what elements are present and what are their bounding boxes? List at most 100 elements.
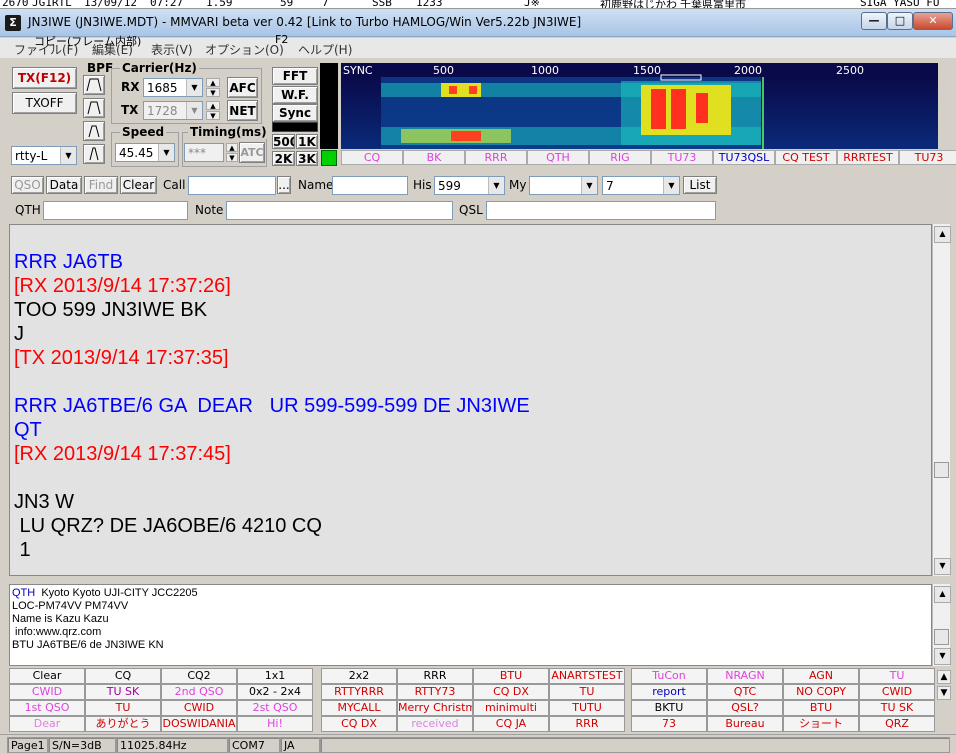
macro-button[interactable]: 1st QSO bbox=[9, 700, 85, 716]
menu-help[interactable]: ヘルプ(H) bbox=[298, 41, 352, 58]
macro-button[interactable]: TU SK bbox=[85, 684, 161, 700]
macro-button[interactable]: BTU bbox=[783, 700, 859, 716]
macro-button[interactable]: ショート bbox=[783, 716, 859, 732]
macro-page-up-icon[interactable]: ▲ bbox=[937, 670, 951, 684]
bpf-medium-button[interactable] bbox=[83, 98, 105, 118]
transmit-scrollbar[interactable]: ▲ ▼ bbox=[932, 584, 951, 666]
tx-down-icon[interactable]: ▼ bbox=[206, 111, 220, 120]
macro-button[interactable]: TU bbox=[549, 684, 625, 700]
timing-up-icon[interactable]: ▲ bbox=[226, 143, 238, 152]
macro-button[interactable]: RTTY73 bbox=[397, 684, 473, 700]
macro-button[interactable]: TU bbox=[85, 700, 161, 716]
band-select[interactable]: 7 ▼ bbox=[602, 176, 680, 195]
macro-button[interactable]: Dear bbox=[9, 716, 85, 732]
waterfall-macro-button[interactable]: TU73 bbox=[651, 150, 713, 165]
macro-button[interactable]: 2x2 bbox=[321, 668, 397, 684]
macro-button[interactable]: Hi! bbox=[237, 716, 313, 732]
macro-button[interactable]: TU SK bbox=[859, 700, 935, 716]
macro-button[interactable]: CWID bbox=[161, 700, 237, 716]
macro-button[interactable]: CQ bbox=[85, 668, 161, 684]
macro-button[interactable]: TuCon bbox=[631, 668, 707, 684]
data-button[interactable]: Data bbox=[46, 176, 82, 194]
receive-text-area[interactable]: RRR JA6TB [RX 2013/9/14 17:37:26] TOO 599 … bbox=[9, 224, 932, 576]
macro-button[interactable]: Bureau bbox=[707, 716, 783, 732]
macro-button[interactable]: CQ DX bbox=[321, 716, 397, 732]
waterfall-macro-button[interactable]: CQ bbox=[341, 150, 403, 165]
scroll-up-icon[interactable]: ▲ bbox=[934, 226, 951, 243]
macro-button[interactable]: CQ JA bbox=[473, 716, 549, 732]
atc-button[interactable]: ATC bbox=[239, 142, 265, 163]
waterfall-macro-button[interactable]: RIG bbox=[589, 150, 651, 165]
macro-button[interactable]: BTU bbox=[473, 668, 549, 684]
macro-button[interactable]: TUTU bbox=[549, 700, 625, 716]
call-input[interactable] bbox=[188, 176, 276, 195]
macro-button[interactable]: 0x2 - 2x4 bbox=[237, 684, 313, 700]
macro-button[interactable]: MYCALL bbox=[321, 700, 397, 716]
qsl-input[interactable] bbox=[486, 201, 716, 220]
macro-button[interactable]: received bbox=[397, 716, 473, 732]
macro-button[interactable]: CWID bbox=[9, 684, 85, 700]
transmit-text-area[interactable]: QTH Kyoto Kyoto UJI-CITY JCC2205 LOC-PM74… bbox=[9, 584, 932, 666]
his-rst-select[interactable]: 599 ▼ bbox=[434, 176, 505, 195]
txoff-button[interactable]: TXOFF bbox=[12, 92, 77, 114]
afc-button[interactable]: AFC bbox=[227, 77, 258, 98]
menu-view[interactable]: 表示(V) bbox=[151, 41, 193, 58]
scroll-up-icon[interactable]: ▲ bbox=[934, 586, 951, 603]
macro-button[interactable]: ANARTSTEST bbox=[549, 668, 625, 684]
scroll-down-icon[interactable]: ▼ bbox=[934, 648, 951, 665]
bandwidth-500-button[interactable]: 500 bbox=[272, 134, 295, 149]
bandwidth-3k-button[interactable]: 3K bbox=[296, 151, 318, 166]
macro-button[interactable]: CWID bbox=[859, 684, 935, 700]
mode-select[interactable]: rtty-L ▼ bbox=[11, 146, 77, 165]
bpf-narrow-button[interactable] bbox=[83, 121, 105, 141]
call-lookup-button[interactable]: ... bbox=[277, 176, 291, 194]
macro-button[interactable]: RRR bbox=[397, 668, 473, 684]
waterfall-button[interactable]: W.F. bbox=[272, 86, 318, 104]
minimize-button[interactable]: — bbox=[861, 12, 887, 30]
macro-button[interactable]: AGN bbox=[783, 668, 859, 684]
scroll-down-icon[interactable]: ▼ bbox=[934, 558, 951, 575]
macro-button[interactable]: Merry Christmas bbox=[397, 700, 473, 716]
macro-button[interactable]: TU bbox=[859, 668, 935, 684]
macro-button[interactable]: CQ2 bbox=[161, 668, 237, 684]
waterfall-macro-button[interactable]: QTH bbox=[527, 150, 589, 165]
my-rst-select[interactable]: ▼ bbox=[529, 176, 598, 195]
macro-button[interactable]: QSL? bbox=[707, 700, 783, 716]
macro-button[interactable]: report bbox=[631, 684, 707, 700]
scroll-thumb[interactable] bbox=[934, 462, 949, 478]
qth-input[interactable] bbox=[43, 201, 188, 220]
sync-button[interactable]: Sync bbox=[272, 104, 318, 122]
tx-up-icon[interactable]: ▲ bbox=[206, 101, 220, 110]
waterfall-macro-button[interactable]: TU73 bbox=[899, 150, 956, 165]
bpf-wide-button[interactable] bbox=[83, 75, 105, 95]
macro-button[interactable]: QRZ bbox=[859, 716, 935, 732]
macro-button[interactable]: Clear bbox=[9, 668, 85, 684]
macro-button[interactable]: RRR bbox=[549, 716, 625, 732]
list-button[interactable]: List bbox=[683, 176, 717, 194]
macro-button[interactable]: 2nd QSO bbox=[161, 684, 237, 700]
macro-button[interactable]: CQ DX bbox=[473, 684, 549, 700]
qso-button[interactable]: QSO bbox=[11, 176, 44, 194]
bandwidth-2k-button[interactable]: 2K bbox=[272, 151, 295, 166]
bpf-verynarrow-button[interactable] bbox=[83, 144, 105, 164]
close-button[interactable]: ✕ bbox=[913, 12, 953, 30]
waterfall-macro-button[interactable]: RRRTEST bbox=[837, 150, 899, 165]
macro-button[interactable]: ありがとう bbox=[85, 716, 161, 732]
waterfall-macro-button[interactable]: TU73QSL bbox=[713, 150, 775, 165]
tx-frequency-select[interactable]: 1728 ▼ bbox=[143, 101, 203, 120]
macro-button[interactable]: QTC bbox=[707, 684, 783, 700]
bandwidth-1k-button[interactable]: 1K bbox=[296, 134, 318, 149]
maximize-button[interactable]: □ bbox=[887, 12, 913, 30]
waterfall-macro-button[interactable]: BK bbox=[403, 150, 465, 165]
clear-button[interactable]: Clear bbox=[120, 176, 157, 194]
receive-scrollbar[interactable]: ▲ ▼ bbox=[932, 224, 951, 576]
rx-up-icon[interactable]: ▲ bbox=[206, 78, 220, 87]
macro-button[interactable]: 73 bbox=[631, 716, 707, 732]
squelch-indicator[interactable] bbox=[321, 150, 337, 166]
macro-button[interactable]: NRAGN bbox=[707, 668, 783, 684]
macro-button[interactable]: DOSWIDANIA bbox=[161, 716, 237, 732]
rx-frequency-select[interactable]: 1685 ▼ bbox=[143, 78, 203, 97]
note-input[interactable] bbox=[226, 201, 453, 220]
waterfall-macro-button[interactable]: RRR bbox=[465, 150, 527, 165]
scroll-thumb[interactable] bbox=[934, 629, 949, 645]
